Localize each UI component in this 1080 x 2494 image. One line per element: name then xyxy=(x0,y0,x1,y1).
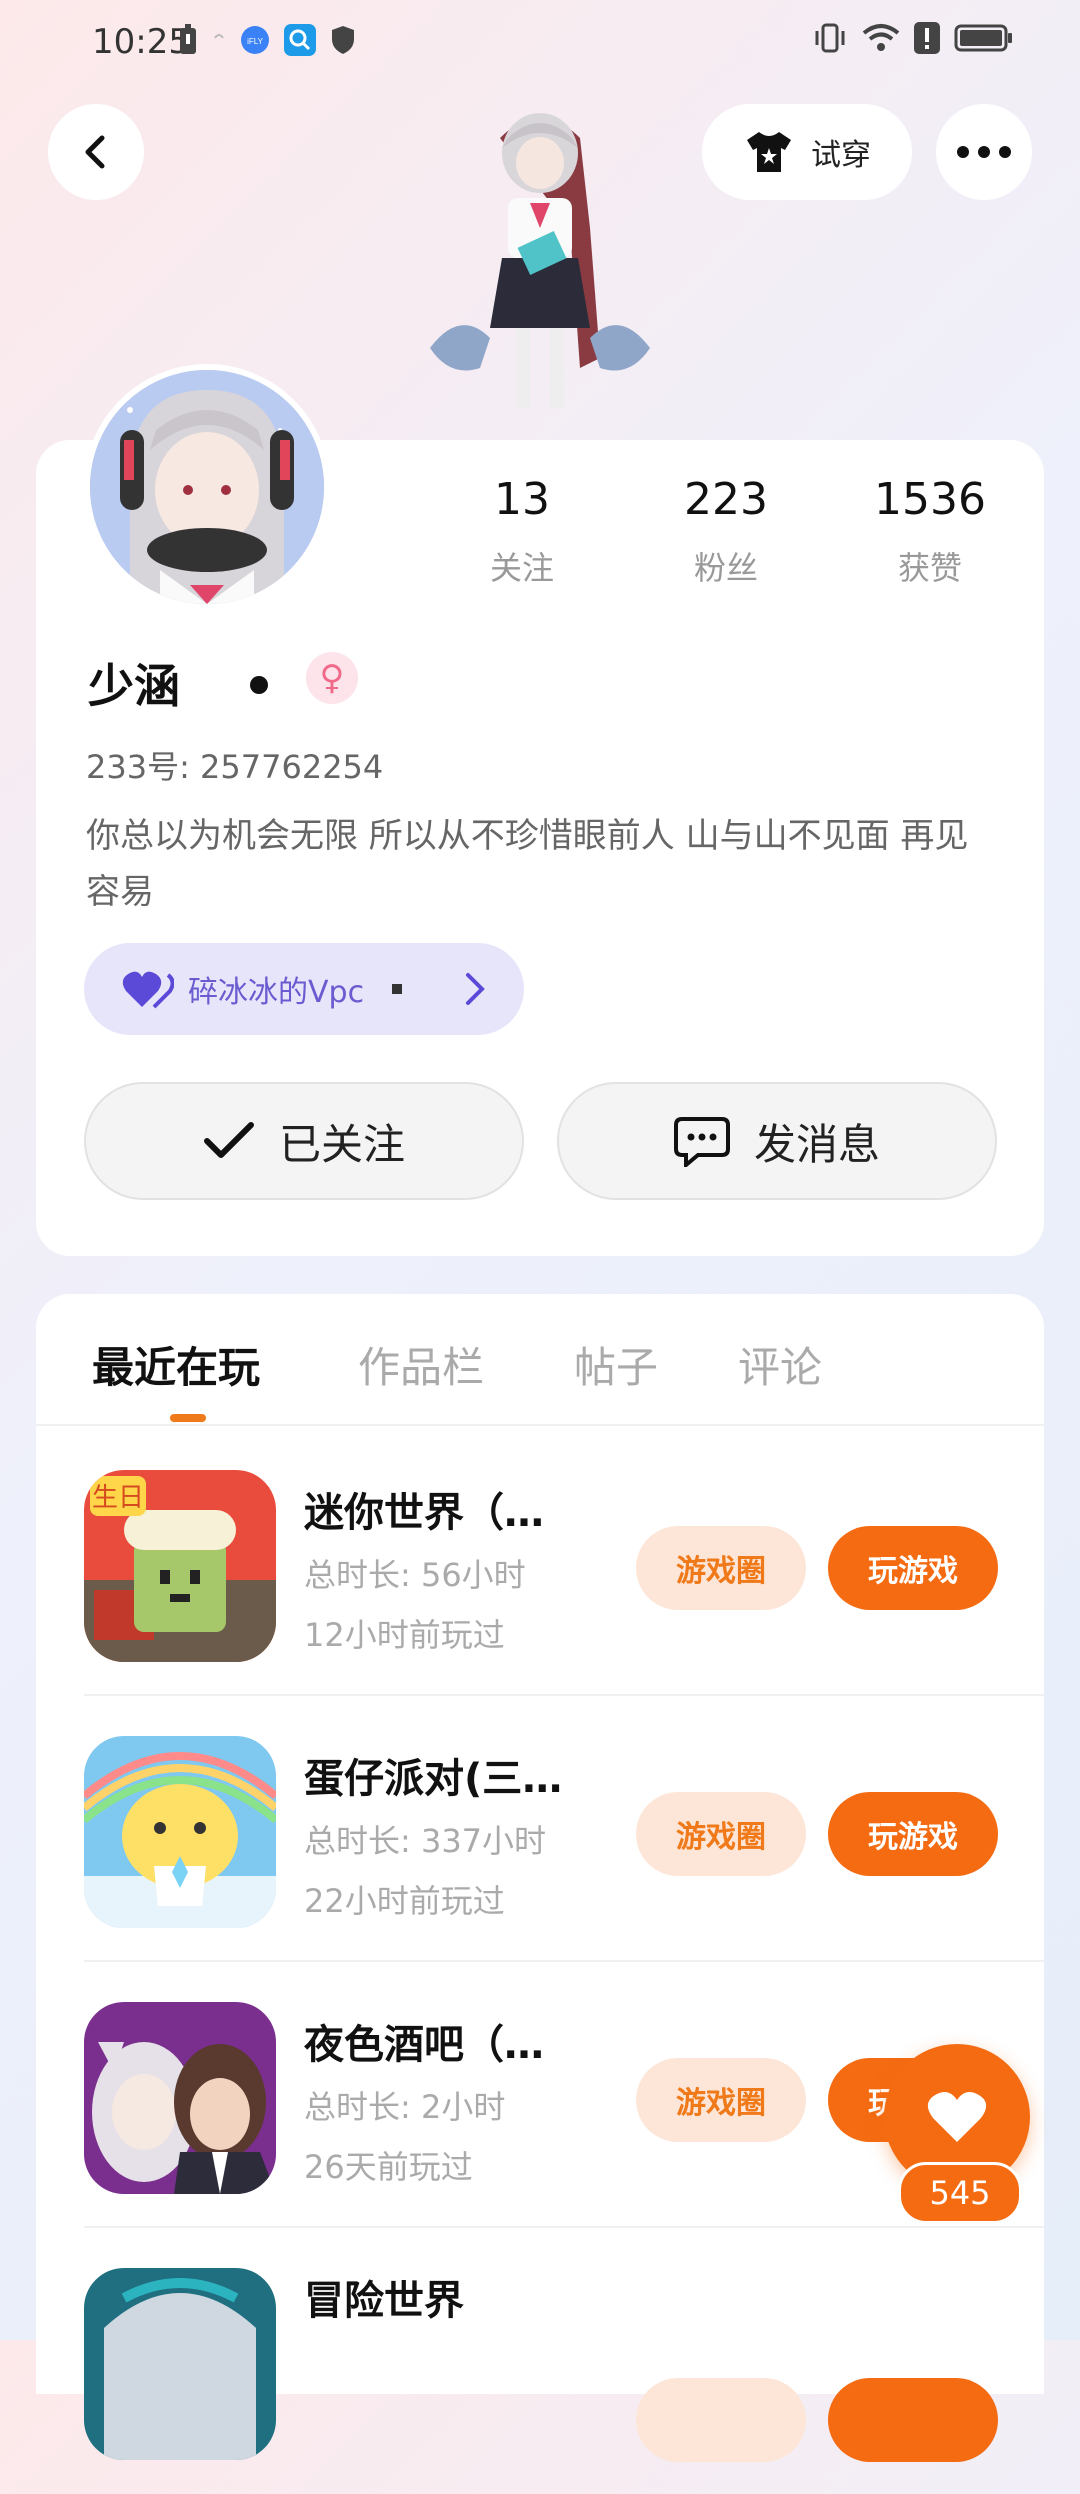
recent-games-card: 最近在玩 作品栏 帖子 评论 生日 迷你世界（… 总时长: 56小时 12小时前… xyxy=(36,1294,1044,2462)
avatar[interactable] xyxy=(84,364,330,610)
battery-icon xyxy=(954,24,1012,52)
gender-badge: ♀ xyxy=(306,652,358,704)
online-dot xyxy=(250,676,268,694)
game-duration: 总时长: 56小时 xyxy=(304,1556,526,1594)
check-icon xyxy=(203,1122,254,1158)
following-label: 关注 xyxy=(489,549,554,587)
tab-active-indicator xyxy=(170,1414,206,1422)
game-name: 冒险世界 xyxy=(304,2278,464,2324)
game-duration: 总时长: 337小时 xyxy=(304,1822,547,1860)
game-row[interactable]: 冒险世界 xyxy=(36,2228,1044,2494)
battery-saver-icon xyxy=(180,24,196,54)
svg-text:生日: 生日 xyxy=(92,1483,144,1513)
status-right-icons xyxy=(812,22,1014,54)
followed-label: 已关注 xyxy=(278,1119,405,1169)
nickname: 少涵 xyxy=(88,659,180,713)
game-icon-eggy-party xyxy=(84,1736,276,1928)
like-count-badge: 545 xyxy=(898,2162,1022,2224)
tab-comments[interactable]: 评论 xyxy=(738,1334,822,1395)
game-name: 夜色酒吧（… xyxy=(304,2022,544,2068)
more-options-button[interactable] xyxy=(936,104,1032,200)
vibrate-icon xyxy=(815,23,845,53)
tab-posts[interactable]: 帖子 xyxy=(574,1334,658,1395)
game-circle-button[interactable]: 游戏圈 xyxy=(636,1526,806,1610)
tab-works[interactable]: 作品栏 xyxy=(358,1334,484,1395)
iflytek-icon: iFLY xyxy=(241,26,269,54)
more-dots-icon xyxy=(957,146,1011,158)
avatar-image xyxy=(90,370,324,604)
status-time: 10:25 xyxy=(92,22,190,62)
game-icon-mini-world: 生日 xyxy=(84,1470,276,1662)
fans-count: 223 xyxy=(684,474,768,525)
stat-following[interactable]: 13 关注 xyxy=(437,474,607,589)
likes-count: 1536 xyxy=(874,474,986,525)
alert-icon xyxy=(914,22,940,54)
search-app-icon xyxy=(284,24,316,56)
game-row[interactable]: 生日 迷你世界（… 总时长: 56小时 12小时前玩过 游戏圈 玩游戏 xyxy=(36,1430,1044,1696)
tshirt-icon xyxy=(747,132,791,172)
wifi-icon xyxy=(862,24,900,51)
followed-button[interactable]: 已关注 xyxy=(84,1082,524,1200)
game-duration: 总时长: 2小时 xyxy=(304,2088,506,2126)
play-game-button[interactable] xyxy=(828,2378,998,2462)
game-circle-button[interactable]: 游戏圈 xyxy=(636,1792,806,1876)
heart-icon xyxy=(927,2092,987,2142)
shield-icon xyxy=(332,26,354,54)
back-button[interactable] xyxy=(48,104,144,200)
game-last-played: 22小时前玩过 xyxy=(304,1882,505,1920)
try-on-label: 试穿 xyxy=(811,138,871,173)
try-on-button[interactable]: 试穿 xyxy=(702,104,912,200)
status-bar: 10:25 iFLY xyxy=(0,0,1080,84)
dot-icon xyxy=(214,34,224,39)
vpc-chip[interactable]: 碎冰冰的Vpc xyxy=(84,943,524,1035)
play-game-button[interactable]: 玩游戏 xyxy=(828,1792,998,1876)
vpc-chip-label: 碎冰冰的Vpc xyxy=(188,975,365,1010)
game-last-played: 26天前玩过 xyxy=(304,2148,473,2186)
chat-bubble-icon xyxy=(673,1117,730,1167)
profile-tabs: 最近在玩 作品栏 帖子 评论 xyxy=(36,1294,1044,1426)
tab-recently-played[interactable]: 最近在玩 xyxy=(92,1334,260,1395)
game-name: 迷你世界（… xyxy=(304,1490,544,1536)
stat-likes[interactable]: 1536 获赞 xyxy=(845,474,1015,589)
send-message-button[interactable]: 发消息 xyxy=(557,1082,997,1200)
following-count: 13 xyxy=(494,474,550,525)
game-last-played: 12小时前玩过 xyxy=(304,1616,505,1654)
send-message-label: 发消息 xyxy=(753,1119,880,1169)
game-name: 蛋仔派对(三… xyxy=(304,1756,563,1802)
bio-text: 你总以为机会无限 所以从不珍惜眼前人 山与山不见面 再见容易 xyxy=(86,816,969,912)
game-icon-adventure-world xyxy=(84,2268,276,2460)
user-id: 233号: 257762254 xyxy=(86,748,384,786)
svg-text:iFLY: iFLY xyxy=(247,37,264,46)
game-circle-button[interactable]: 游戏圈 xyxy=(636,2058,806,2142)
chevron-right-icon xyxy=(466,973,485,1005)
game-icon-night-bar xyxy=(84,2002,276,2194)
avatar-character-figure xyxy=(430,113,650,408)
fans-label: 粉丝 xyxy=(693,549,758,587)
square-icon xyxy=(392,984,403,994)
play-game-button[interactable]: 玩游戏 xyxy=(828,1526,998,1610)
back-arrow-icon xyxy=(85,135,105,169)
game-circle-button[interactable] xyxy=(636,2378,806,2462)
stat-fans[interactable]: 223 粉丝 xyxy=(641,474,811,589)
likes-label: 获赞 xyxy=(897,549,962,587)
game-row[interactable]: 蛋仔派对(三… 总时长: 337小时 22小时前玩过 游戏圈 玩游戏 xyxy=(36,1696,1044,1962)
status-left-icons: iFLY xyxy=(178,24,356,56)
heart-icon xyxy=(122,971,174,1009)
